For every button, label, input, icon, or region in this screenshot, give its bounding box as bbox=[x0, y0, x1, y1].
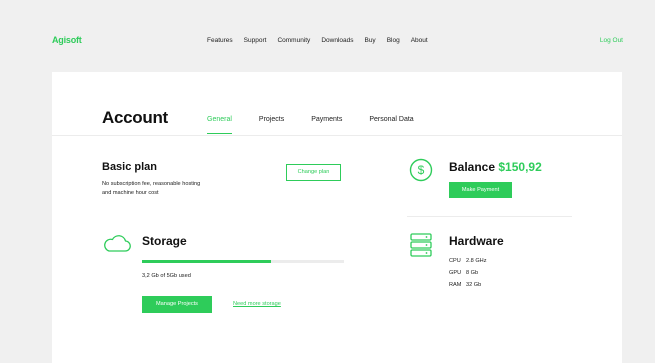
page-title: Account bbox=[102, 108, 168, 127]
balance-label: Balance bbox=[449, 160, 496, 174]
dollar-circle-icon: $ bbox=[409, 158, 433, 182]
tab-projects[interactable]: Projects bbox=[259, 116, 284, 134]
plan-description-line2: and machine hour cost bbox=[102, 190, 159, 196]
storage-title: Storage bbox=[142, 234, 187, 248]
hardware-key: CPU bbox=[449, 258, 461, 264]
section-divider bbox=[407, 216, 572, 217]
nav-item-about[interactable]: About bbox=[411, 37, 428, 44]
nav-item-downloads[interactable]: Downloads bbox=[321, 37, 353, 44]
cloud-icon bbox=[104, 235, 131, 252]
nav-item-buy[interactable]: Buy bbox=[364, 37, 375, 44]
svg-text:$: $ bbox=[418, 163, 425, 177]
tab-personal-data[interactable]: Personal Data bbox=[369, 116, 413, 134]
nav-item-community[interactable]: Community bbox=[277, 37, 310, 44]
plan-description: No subscription fee, reasonable hosting … bbox=[102, 180, 200, 198]
agisoft-logo[interactable]: Agisoft bbox=[52, 35, 82, 45]
make-payment-button[interactable]: Make Payment bbox=[449, 182, 512, 198]
need-more-storage-link[interactable]: Need more storage bbox=[233, 301, 281, 307]
account-card: Account General Projects Payments Person… bbox=[52, 72, 622, 363]
account-tabs: General Projects Payments Personal Data bbox=[207, 116, 441, 134]
hardware-value: 8 Gb bbox=[466, 270, 479, 276]
tab-payments[interactable]: Payments bbox=[311, 116, 342, 134]
server-icon bbox=[410, 233, 432, 257]
change-plan-button[interactable]: Change plan bbox=[286, 164, 341, 181]
plan-description-line1: No subscription fee, reasonable hosting bbox=[102, 181, 201, 187]
main-nav: Features Support Community Downloads Buy… bbox=[207, 37, 428, 44]
hardware-key: RAM bbox=[449, 282, 462, 288]
balance-amount: $150,92 bbox=[498, 160, 542, 174]
storage-progress-fill bbox=[142, 260, 272, 263]
nav-item-blog[interactable]: Blog bbox=[387, 37, 400, 44]
plan-title: Basic plan bbox=[102, 161, 158, 173]
manage-projects-button[interactable]: Manage Projects bbox=[142, 296, 212, 313]
hardware-value: 32 Gb bbox=[466, 282, 482, 288]
hardware-specs: CPU 2.8 GHz GPU 8 Gb RAM 32 Gb bbox=[449, 258, 487, 294]
tab-general[interactable]: General bbox=[207, 116, 232, 134]
account-header: Account General Projects Payments Person… bbox=[52, 72, 622, 136]
hardware-row-gpu: GPU 8 Gb bbox=[449, 270, 487, 282]
top-navigation-bar: Agisoft Features Support Community Downl… bbox=[0, 0, 655, 72]
hardware-value: 2.8 GHz bbox=[466, 258, 487, 264]
nav-item-features[interactable]: Features bbox=[207, 37, 233, 44]
storage-progress-bar bbox=[142, 260, 344, 263]
nav-item-support[interactable]: Support bbox=[244, 37, 267, 44]
logout-link[interactable]: Log Out bbox=[600, 37, 623, 44]
hardware-title: Hardware bbox=[449, 234, 504, 248]
hardware-row-cpu: CPU 2.8 GHz bbox=[449, 258, 487, 270]
storage-used-text: 3,2 Gb of 5Gb used bbox=[142, 273, 191, 279]
hardware-key: GPU bbox=[449, 270, 462, 276]
balance-heading: Balance $150,92 bbox=[449, 160, 542, 174]
hardware-row-ram: RAM 32 Gb bbox=[449, 282, 487, 294]
